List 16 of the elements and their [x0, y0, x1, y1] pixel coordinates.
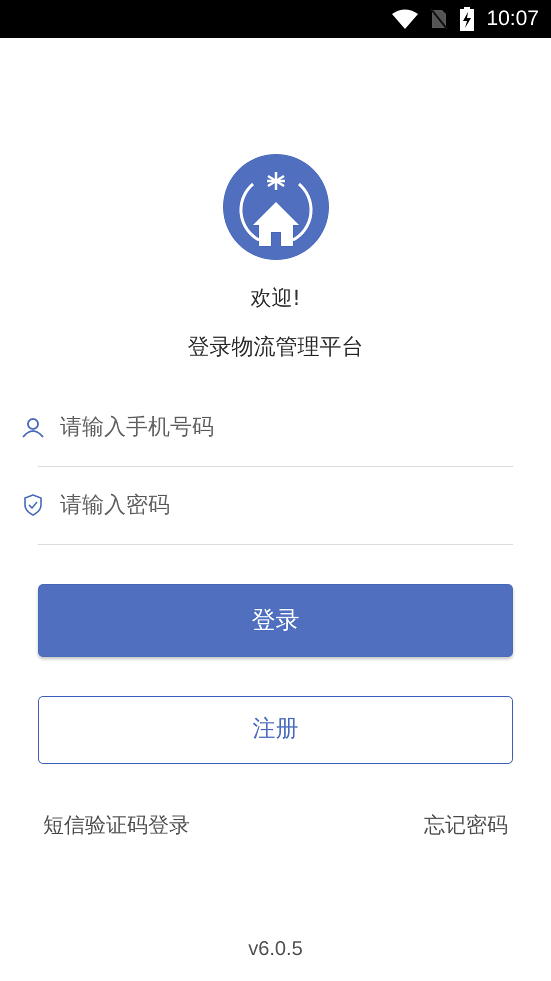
house-logo-icon: [222, 154, 328, 260]
subtitle-text: 登录物流管理平台: [188, 334, 364, 362]
password-field[interactable]: 请输入密码: [60, 488, 513, 522]
clock-time: 10:07: [486, 6, 539, 32]
shield-check-icon: [24, 494, 42, 516]
version-text: v6.0.5: [248, 937, 303, 962]
welcome-text: 欢迎!: [250, 285, 301, 312]
login-button[interactable]: 登录: [38, 584, 513, 656]
wifi-icon: [392, 9, 418, 29]
phone-field[interactable]: 请输入手机号码: [60, 411, 513, 444]
user-icon: [22, 418, 44, 438]
battery-charging-icon: [460, 7, 474, 31]
no-sim-icon: [430, 8, 448, 30]
text-link[interactable]: 忘记密码: [424, 810, 508, 841]
register-button[interactable]: 注册: [38, 696, 513, 764]
text-link[interactable]: 短信验证码登录: [43, 810, 190, 841]
